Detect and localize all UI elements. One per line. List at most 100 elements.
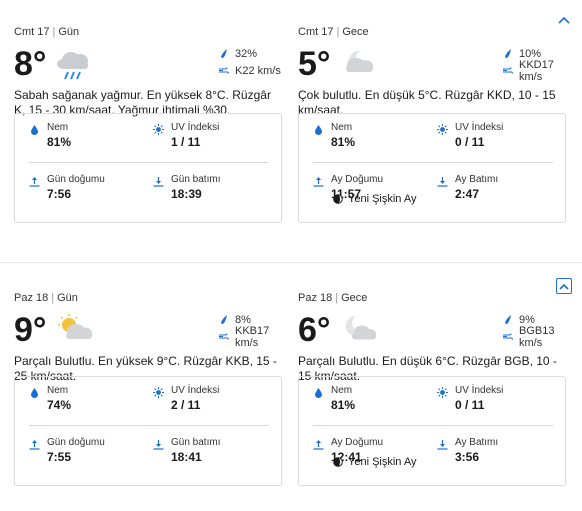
uv-value: 0 / 11: [455, 398, 485, 412]
details-card: Nem 81% UV İndeksi 1 / 11 Gün doğumu 7:5…: [14, 113, 282, 223]
humidity-label: Nem: [331, 122, 353, 133]
period-label: Cmt 17 | Gün: [14, 26, 80, 38]
partly-cloudy-day-icon: [58, 314, 92, 339]
divider: [313, 162, 553, 163]
precip-wind: 9% BGB13 km/s: [502, 311, 566, 349]
period-date: Cmt 17: [14, 26, 50, 38]
sun-icon: [437, 387, 448, 398]
day-section-paz-18: Paz 18 | Gün 9° 8% KKB17 km/s Parçalı Bulu…: [0, 262, 582, 511]
sunrise-value: 7:55: [47, 450, 72, 464]
period-date: Paz 18: [14, 292, 49, 304]
sunset-icon: [153, 177, 164, 187]
sunset-value: 18:39: [171, 187, 202, 201]
period-date: Paz 18: [298, 292, 333, 304]
period-label: Paz 18 | Gün: [14, 292, 78, 304]
uv-value: 1 / 11: [171, 135, 201, 149]
wind-icon: [503, 67, 513, 74]
uv-label: UV İndeksi: [455, 122, 504, 133]
divider: [29, 162, 269, 163]
precip-icon: [221, 315, 227, 324]
precip-icon: [221, 49, 227, 58]
chevron-up-icon: [558, 16, 570, 24]
sun-icon: [153, 387, 164, 398]
sunset-label: Gün batımı: [171, 174, 221, 185]
precip-wind: 32% K22 km/s: [218, 45, 282, 79]
drop-icon: [31, 125, 38, 135]
humidity-label: Nem: [47, 385, 69, 396]
forecast-day: Paz 18 | Gün 9° 8% KKB17 km/s Parçalı Bulu…: [14, 290, 282, 384]
uv-value: 0 / 11: [455, 135, 485, 149]
forecast-night: Paz 18 | Gece 6° 9% BGB13 km/s Parçalı Bul…: [298, 290, 566, 384]
sunset-icon: [153, 440, 164, 450]
moonset-icon: [437, 177, 448, 187]
day-section-cmt-17: Cmt 17 | Gün 8° 32% K22 km/s Sabah sağanak…: [0, 0, 582, 262]
sunset-label: Gün batımı: [171, 437, 221, 448]
drop-icon: [315, 125, 322, 135]
moon-phase: Yeni Şişkin Ay: [333, 193, 417, 205]
precip-icon: [505, 315, 511, 324]
sunrise-icon: [29, 177, 40, 187]
moon-phase: Yeni Şişkin Ay: [333, 456, 417, 468]
moonset-icon: [437, 440, 448, 450]
temperature: 5°: [298, 45, 331, 83]
wind-icon: [219, 333, 229, 340]
details-card: Nem 81% UV İndeksi 0 / 11 Ay Doğumu 11:5…: [298, 113, 566, 223]
humidity-label: Nem: [331, 385, 353, 396]
partly-cloudy-night-icon: [345, 315, 376, 340]
moonrise-icon: [313, 440, 324, 450]
uv-label: UV İndeksi: [171, 122, 220, 133]
details-card: Nem 81% UV İndeksi 0 / 11 Ay Doğumu 12:4…: [298, 376, 566, 486]
uv-label: UV İndeksi: [455, 385, 504, 396]
wind-value: KKD17 km/s: [519, 58, 554, 83]
moon-phase-label: Yeni Şişkin Ay: [348, 193, 417, 205]
forecast-night: Cmt 17 | Gece 5° 10% KKD17 km/s Çok bulutl…: [298, 24, 566, 118]
rain-cloud-icon: [57, 52, 88, 80]
sun-icon: [153, 124, 164, 135]
precip-wind: 8% KKB17 km/s: [218, 311, 282, 349]
wind-value: BGB13 km/s: [519, 324, 555, 349]
wind-value: KKB17 km/s: [235, 324, 270, 349]
uv-value: 2 / 11: [171, 398, 201, 412]
sunrise-icon: [29, 440, 40, 450]
moonset-label: Ay Batımı: [455, 437, 499, 448]
temperature: 6°: [298, 311, 331, 349]
uv-label: UV İndeksi: [171, 385, 220, 396]
period-part: Gün: [57, 292, 78, 304]
temperature: 8°: [14, 45, 47, 83]
wind-icon: [219, 67, 229, 74]
precip-value: 32%: [235, 47, 258, 60]
period-part: Gün: [58, 26, 80, 38]
humidity-value: 81%: [47, 135, 72, 149]
divider: [313, 425, 553, 426]
sunrise-value: 7:56: [47, 187, 72, 201]
drop-icon: [31, 388, 38, 398]
temperature: 9°: [14, 311, 47, 349]
period-label: Cmt 17 | Gece: [298, 26, 369, 38]
moonset-value: 3:56: [455, 450, 480, 464]
precip-icon: [505, 49, 511, 58]
forecast-day: Cmt 17 | Gün 8° 32% K22 km/s Sabah sağanak…: [14, 24, 282, 118]
moonrise-label: Ay Doğumu: [331, 174, 384, 185]
humidity-value: 74%: [47, 398, 72, 412]
chevron-up-icon: [559, 283, 569, 290]
moonset-value: 2:47: [455, 187, 480, 201]
sunrise-label: Gün doğumu: [47, 437, 105, 448]
sun-icon: [437, 124, 448, 135]
humidity-label: Nem: [47, 122, 69, 133]
cloudy-night-icon: [346, 50, 373, 72]
moonrise-label: Ay Doğumu: [331, 437, 384, 448]
moon-phase-icon: [333, 194, 343, 204]
precip-wind: 10% KKD17 km/s: [502, 45, 566, 83]
wind-value: K22 km/s: [235, 64, 281, 77]
sunrise-label: Gün doğumu: [47, 174, 105, 185]
period-date: Cmt 17: [298, 26, 334, 38]
moonrise-icon: [313, 177, 324, 187]
sunset-value: 18:41: [171, 450, 202, 464]
wind-icon: [503, 333, 513, 340]
period-label: Paz 18 | Gece: [298, 292, 368, 304]
period-part: Gece: [341, 292, 368, 304]
humidity-value: 81%: [331, 398, 356, 412]
moon-phase-icon: [333, 457, 343, 467]
details-card: Nem 74% UV İndeksi 2 / 11 Gün doğumu 7:5…: [14, 376, 282, 486]
moonset-label: Ay Batımı: [455, 174, 499, 185]
